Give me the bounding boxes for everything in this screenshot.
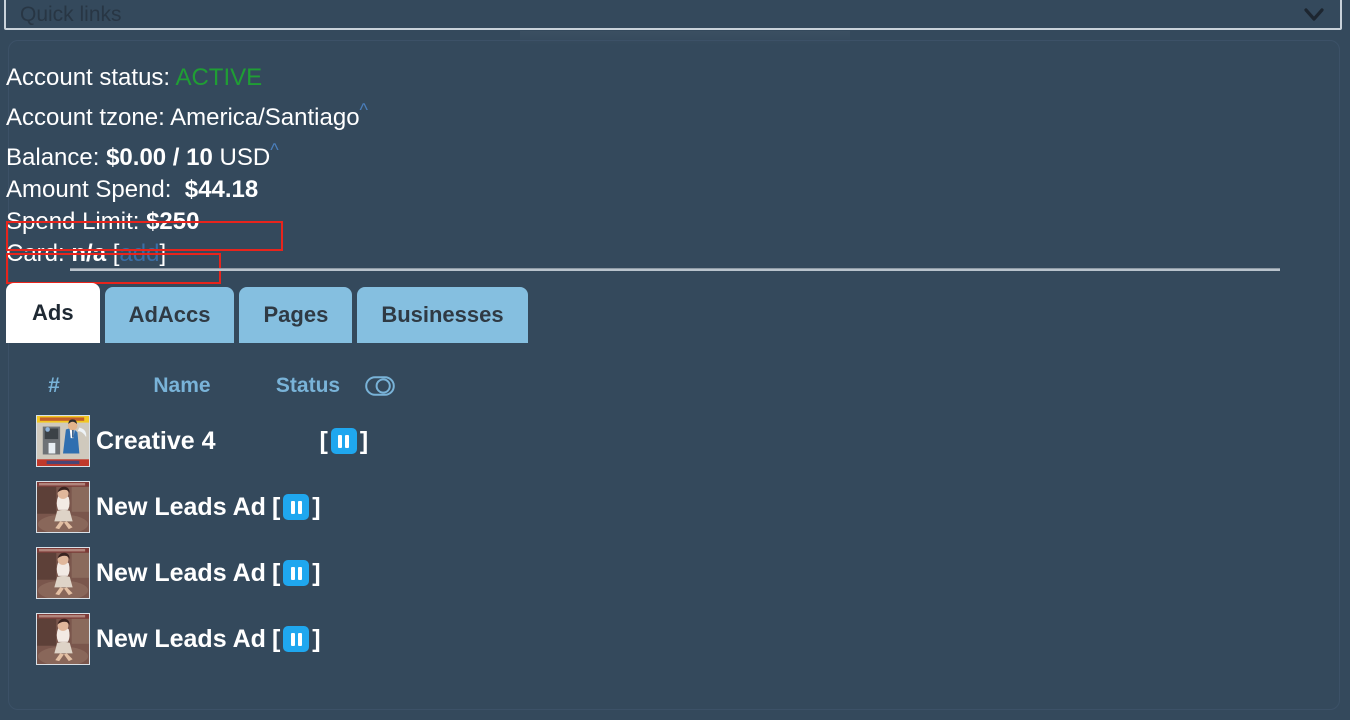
ad-name: Creative 4 [96, 426, 216, 455]
ad-status-cell: [ ] [272, 493, 321, 522]
spend-limit-value: $250 [146, 208, 200, 235]
new-leads-ad-thumbnail-1[interactable] [36, 481, 90, 533]
tab-bar: Ads AdAccs Pages Businesses [6, 283, 528, 343]
table-row[interactable]: New Leads Ad [ ] [6, 474, 706, 540]
pause-icon[interactable] [283, 626, 310, 652]
tzone-caret-icon[interactable]: ^ [360, 100, 368, 120]
amount-spend-line: Amount Spend: $44.18 [6, 174, 806, 206]
account-status-label: Account status: [6, 64, 171, 91]
card-value: n/a [71, 240, 107, 267]
table-header-row: # Name Status [6, 364, 706, 408]
ad-name: New Leads Ad [96, 624, 266, 653]
account-status-line: Account status: ACTIVE [6, 62, 806, 94]
card-label: Card: [6, 240, 65, 267]
card-bracket-close: ] [159, 240, 167, 267]
ad-status-cell: [ ] [272, 559, 321, 588]
balance-line: Balance: $0.00 / 10 USD^ [6, 134, 806, 174]
status-bracket-open: [ [319, 426, 328, 455]
table-row[interactable]: New Leads Ad [ ] [6, 540, 706, 606]
chevron-down-icon [1302, 2, 1326, 26]
card-add-link[interactable]: add [119, 240, 159, 267]
column-header-index: # [48, 374, 60, 397]
tab-businesses[interactable]: Businesses [357, 287, 528, 343]
toggle-switch-icon[interactable] [354, 374, 406, 398]
pause-icon[interactable] [330, 428, 357, 454]
quick-links-label: Quick links [20, 2, 122, 26]
status-bracket-open: [ [271, 492, 281, 521]
table-row[interactable]: Creative 4 [ ] [6, 408, 706, 474]
amount-spend-value: $44.18 [184, 176, 259, 203]
ads-table: # Name Status Creative 4 [] New Leads A… [6, 364, 706, 672]
quick-links-select[interactable]: Quick links [4, 0, 1342, 30]
status-bracket-open: [ [271, 624, 281, 653]
status-bracket-close: ] [359, 426, 369, 455]
tab-pages[interactable]: Pages [239, 287, 353, 343]
tab-adaccs[interactable]: AdAccs [104, 287, 235, 343]
status-bracket-close: ] [312, 624, 321, 653]
spend-limit-line: Spend Limit: $250 [6, 206, 806, 238]
new-leads-ad-thumbnail-3[interactable] [36, 613, 90, 665]
status-bracket-open: [ [271, 558, 281, 587]
section-divider [70, 268, 1280, 271]
app-root: Quick links Account status: ACTIVE Accou… [0, 0, 1350, 720]
column-header-name: Name [153, 374, 211, 397]
new-leads-ad-thumbnail-2[interactable] [36, 547, 90, 599]
creative-4-thumbnail[interactable] [36, 415, 90, 467]
ad-status-cell: [ ] [272, 625, 321, 654]
spend-limit-label: Spend Limit: [6, 208, 140, 235]
ad-status-cell: [ ] [320, 427, 369, 456]
amount-spend-label: Amount Spend: [6, 176, 172, 203]
balance-label: Balance: [6, 144, 100, 171]
pause-icon[interactable] [283, 494, 310, 520]
pause-icon[interactable] [283, 560, 310, 586]
status-bracket-close: ] [312, 558, 321, 587]
balance-caret-icon[interactable]: ^ [270, 140, 278, 160]
account-tzone-label: Account tzone: [6, 104, 165, 131]
balance-currency: USD [219, 144, 271, 171]
account-tzone-value: America/Santiago [170, 104, 360, 131]
account-status-value: ACTIVE [175, 64, 263, 91]
account-info-block: Account status: ACTIVE Account tzone: Am… [6, 62, 806, 284]
tab-ads[interactable]: Ads [6, 283, 100, 343]
ad-name: New Leads Ad [96, 492, 266, 521]
column-header-status: Status [275, 374, 341, 397]
account-tzone-line: Account tzone: America/Santiago^ [6, 94, 806, 134]
ad-name: New Leads Ad [96, 558, 266, 587]
status-bracket-close: ] [312, 492, 321, 521]
table-row[interactable]: New Leads Ad [ ] [6, 606, 706, 672]
card-line: Card: n/a [add] [6, 238, 806, 270]
balance-value: $0.00 / 10 [106, 144, 213, 171]
quick-links-container: Quick links [4, 0, 1342, 30]
